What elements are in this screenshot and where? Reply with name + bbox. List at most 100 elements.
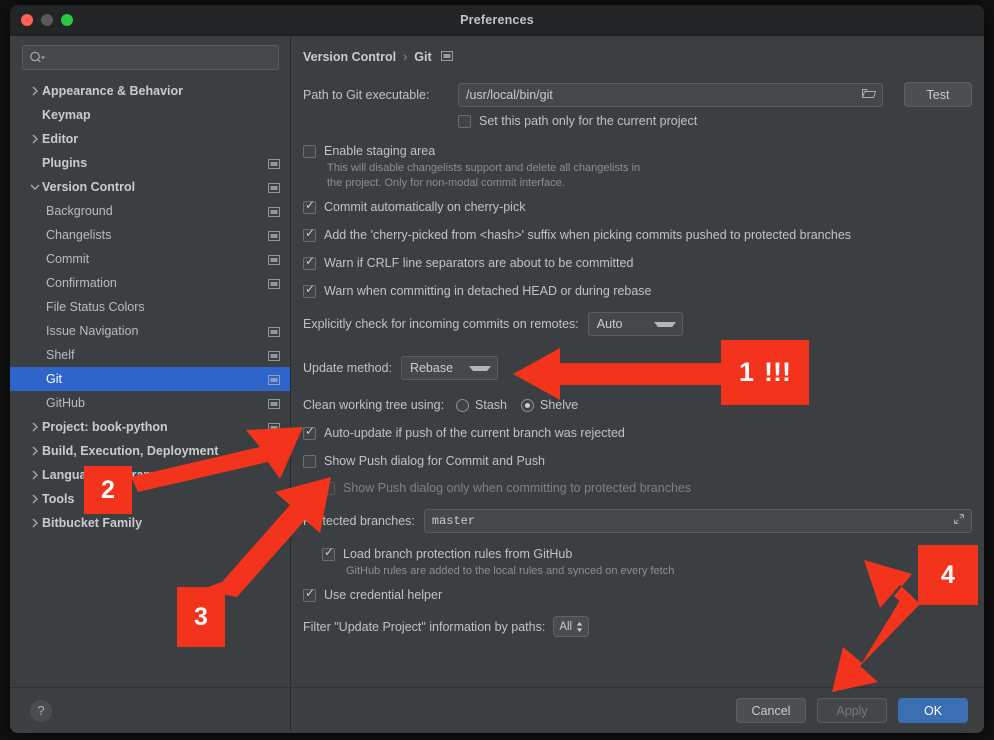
chevron-right-icon[interactable]: [28, 422, 42, 432]
sidebar-item-label: File Status Colors: [46, 300, 280, 314]
protected-branches-input[interactable]: master: [424, 509, 972, 533]
sidebar-item-github[interactable]: GitHub: [10, 391, 290, 415]
use-credential-helper-row[interactable]: Use credential helper: [303, 588, 972, 602]
enable-staging-hint-line1: This will disable changelists support an…: [327, 161, 972, 176]
show-push-dialog-checkbox[interactable]: [303, 455, 316, 468]
panel-icon: [268, 278, 280, 288]
chevron-down-icon: [469, 366, 491, 371]
incoming-commits-select[interactable]: Auto: [588, 312, 683, 336]
panel-icon: [268, 158, 280, 168]
git-option-checkbox-0[interactable]: [303, 201, 316, 214]
search-input[interactable]: [22, 45, 279, 70]
dialog-footer: Cancel Apply OK: [291, 687, 984, 733]
set-path-only-label: Set this path only for the current proje…: [479, 114, 697, 128]
sidebar-item-commit[interactable]: Commit: [10, 247, 290, 271]
auto-update-checkbox[interactable]: [303, 427, 316, 440]
chevron-right-icon[interactable]: [28, 134, 42, 144]
load-branch-rules-checkbox[interactable]: [322, 548, 335, 561]
protected-branches-row: Protected branches: master: [303, 509, 972, 533]
sidebar-item-label: Build, Execution, Deployment: [42, 444, 280, 458]
breadcrumb-root[interactable]: Version Control: [303, 50, 396, 64]
git-checkbox-list: Commit automatically on cherry-pick Add t…: [303, 200, 972, 298]
sidebar-item-background[interactable]: Background: [10, 199, 290, 223]
sidebar-item-version-control[interactable]: Version Control: [10, 175, 290, 199]
panel-icon: [268, 398, 280, 408]
sidebar-item-label: Tools: [42, 492, 280, 506]
sidebar-item-keymap[interactable]: Keymap: [10, 103, 290, 127]
sidebar-item-tools[interactable]: Tools: [10, 487, 290, 511]
git-option-row-0[interactable]: Commit automatically on cherry-pick: [303, 200, 972, 214]
set-path-only-row[interactable]: Set this path only for the current proje…: [458, 114, 972, 128]
sidebar-item-shelf[interactable]: Shelf: [10, 343, 290, 367]
sidebar-item-issue-navigation[interactable]: Issue Navigation: [10, 319, 290, 343]
git-option-row-3[interactable]: Warn when committing in detached HEAD or…: [303, 284, 972, 298]
help-button[interactable]: ?: [30, 700, 52, 722]
panel-icon: [268, 326, 280, 336]
filter-paths-label: Filter "Update Project" information by p…: [303, 620, 545, 634]
filter-paths-stepper[interactable]: All: [553, 616, 589, 637]
expand-icon[interactable]: [953, 513, 965, 529]
update-method-select[interactable]: Rebase: [401, 356, 498, 380]
search-icon: [29, 51, 45, 64]
set-path-only-checkbox[interactable]: [458, 115, 471, 128]
chevron-right-icon[interactable]: [28, 518, 42, 528]
git-option-checkbox-2[interactable]: [303, 257, 316, 270]
git-option-checkbox-3[interactable]: [303, 285, 316, 298]
sidebar-item-plugins[interactable]: Plugins: [10, 151, 290, 175]
sidebar-item-bitbucket-family[interactable]: Bitbucket Family: [10, 511, 290, 535]
search-container: [10, 36, 290, 76]
sidebar-item-appearance-behavior[interactable]: Appearance & Behavior: [10, 79, 290, 103]
auto-update-label: Auto-update if push of the current branc…: [324, 426, 625, 440]
sidebar-item-label: Languages & Frameworks: [42, 468, 280, 482]
sidebar-item-languages-frameworks[interactable]: Languages & Frameworks: [10, 463, 290, 487]
stash-label: Stash: [475, 398, 507, 412]
sidebar-item-label: Background: [46, 204, 268, 218]
sidebar-item-file-status-colors[interactable]: File Status Colors: [10, 295, 290, 319]
protected-branches-value: master: [432, 514, 953, 528]
enable-staging-checkbox[interactable]: [303, 145, 316, 158]
sidebar-item-confirmation[interactable]: Confirmation: [10, 271, 290, 295]
ok-button[interactable]: OK: [898, 698, 968, 723]
load-branch-rules-row[interactable]: Load branch protection rules from GitHub: [322, 547, 972, 561]
git-path-input[interactable]: /usr/local/bin/git: [458, 83, 883, 107]
sidebar-item-editor[interactable]: Editor: [10, 127, 290, 151]
stepper-arrows-icon[interactable]: [576, 621, 583, 633]
shelve-radio[interactable]: [521, 399, 534, 412]
chevron-right-icon[interactable]: [28, 446, 42, 456]
sidebar-item-changelists[interactable]: Changelists: [10, 223, 290, 247]
git-option-row-2[interactable]: Warn if CRLF line separators are about t…: [303, 256, 972, 270]
sidebar-item-git[interactable]: Git: [10, 367, 290, 391]
clean-working-tree-label: Clean working tree using:: [303, 398, 444, 412]
breadcrumb-leaf: Git: [414, 50, 431, 64]
radio-option-shelve[interactable]: Shelve: [521, 398, 578, 412]
chevron-right-icon[interactable]: [28, 494, 42, 504]
incoming-commits-value: Auto: [597, 317, 623, 331]
test-button[interactable]: Test: [904, 82, 972, 107]
enable-staging-label: Enable staging area: [324, 144, 435, 158]
enable-staging-row[interactable]: Enable staging area: [303, 144, 972, 158]
chevron-right-icon[interactable]: [28, 470, 42, 480]
folder-icon[interactable]: [862, 88, 876, 102]
screenshot-root: Preferences Appeara: [0, 0, 994, 740]
settings-sidebar: Appearance & BehaviorKeymapEditorPlugins…: [10, 36, 291, 733]
use-credential-helper-checkbox[interactable]: [303, 589, 316, 602]
sidebar-item-label: Changelists: [46, 228, 268, 242]
show-push-dialog-protected-checkbox: [322, 482, 335, 495]
auto-update-row[interactable]: Auto-update if push of the current branc…: [303, 426, 972, 440]
git-option-checkbox-1[interactable]: [303, 229, 316, 242]
stash-radio[interactable]: [456, 399, 469, 412]
apply-button: Apply: [817, 698, 887, 723]
cancel-button[interactable]: Cancel: [736, 698, 806, 723]
sidebar-item-project-book-python[interactable]: Project: book-python: [10, 415, 290, 439]
shelve-label: Shelve: [540, 398, 578, 412]
show-push-dialog-protected-row: Show Push dialog only when committing to…: [322, 481, 972, 495]
chevron-down-icon: [654, 322, 676, 327]
chevron-down-icon[interactable]: [28, 183, 42, 191]
panel-icon[interactable]: [441, 50, 453, 64]
sidebar-item-label: Version Control: [42, 180, 268, 194]
show-push-dialog-row[interactable]: Show Push dialog for Commit and Push: [303, 454, 972, 468]
chevron-right-icon[interactable]: [28, 86, 42, 96]
radio-option-stash[interactable]: Stash: [456, 398, 507, 412]
sidebar-item-build-execution-deployment[interactable]: Build, Execution, Deployment: [10, 439, 290, 463]
git-option-row-1[interactable]: Add the 'cherry-picked from <hash>' suff…: [303, 228, 972, 242]
